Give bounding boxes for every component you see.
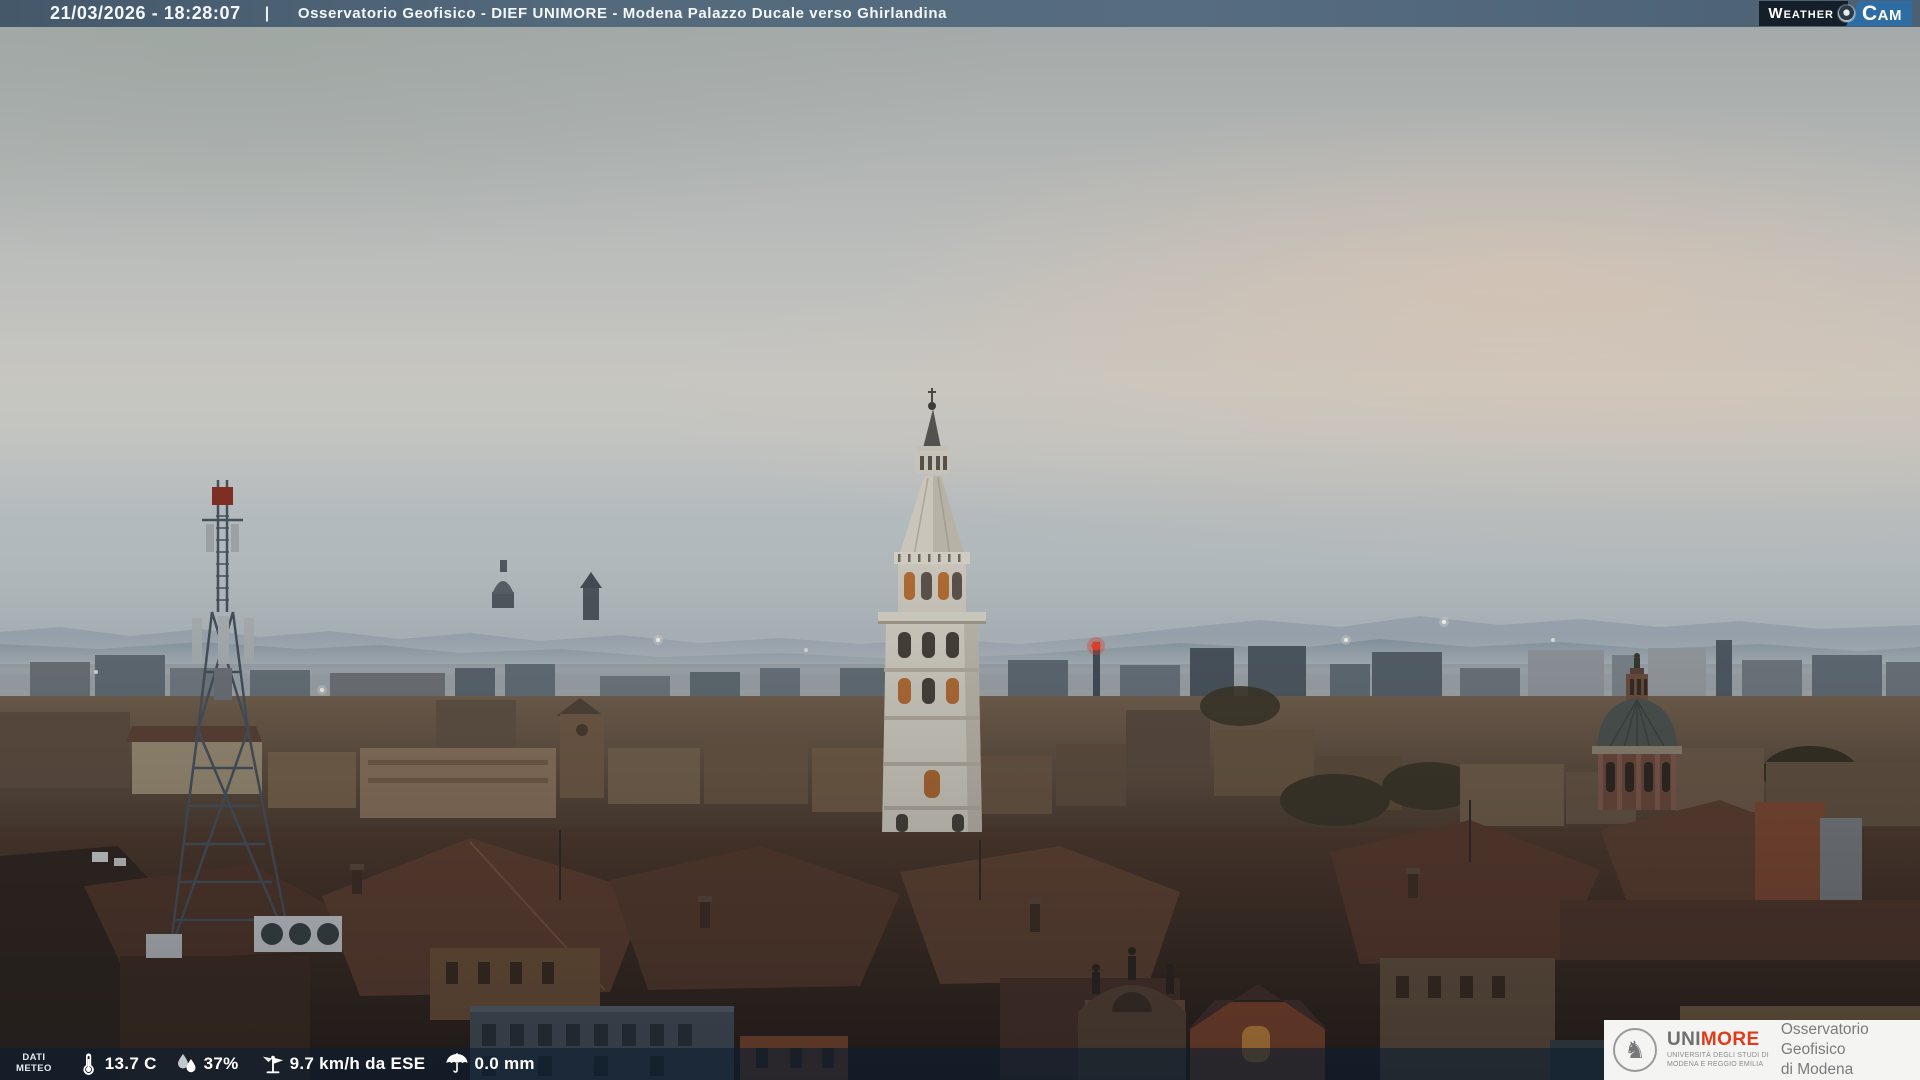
observatory-name: Osservatorio Geofisico di Modena [1780, 1020, 1869, 1079]
university-name: UNIVERSITÀ DEGLI STUDI DI MODENA E REGGI… [1667, 1052, 1769, 1068]
humidity-value: 37% [203, 1054, 239, 1073]
camera-lens-icon [1838, 5, 1855, 22]
weathercam-weather-label: Weather [1759, 1, 1848, 26]
timestamp: 21/03/2026 - 18:28:07 [50, 3, 241, 23]
weathercam-cam-label: Cam [1846, 1, 1912, 26]
wind-group: 9.7 km/h da ESE [261, 1052, 426, 1076]
umbrella-icon [445, 1052, 469, 1076]
weathercam-logo: Weather Cam [1759, 1, 1912, 26]
skyline-cupola [492, 560, 514, 608]
camera-title: Osservatorio Geofisico - DIEF UNIMORE - … [297, 5, 948, 22]
precipitation-value: 0.0 mm [474, 1054, 535, 1073]
unimore-wordmark: UNIMORE [1667, 1030, 1769, 1049]
seal-knight-glyph: ♞ [1624, 1036, 1646, 1064]
unimore-uni: UNI [1667, 1029, 1701, 1051]
unimore-seal: ♞ [1613, 1028, 1657, 1072]
temperature-group: 13.7 C [76, 1052, 157, 1076]
skyline-belltower [580, 572, 602, 620]
ghirlandina-tower [878, 388, 986, 832]
wind-vane-icon [261, 1052, 285, 1076]
separator: | [264, 4, 270, 22]
rain-group: 0.0 mm [445, 1052, 535, 1076]
city-scene [0, 388, 1920, 1080]
humidity-icon [175, 1052, 199, 1076]
webcam-frame: 21/03/2026 - 18:28:07 | Osservatorio Geo… [0, 0, 1920, 1080]
unimore-logo-block: UNIMORE UNIVERSITÀ DEGLI STUDI DI MODENA… [1667, 1030, 1769, 1070]
meteo-data-label: DATI METEO [16, 1052, 52, 1074]
unimore-branding: ♞ UNIMORE UNIVERSITÀ DEGLI STUDI DI MODE… [1604, 1020, 1920, 1080]
thermometer-icon [76, 1052, 100, 1076]
temperature-value: 13.7 C [104, 1054, 157, 1073]
unimore-more: MORE [1700, 1029, 1760, 1051]
wind-value: 9.7 km/h da ESE [289, 1054, 426, 1073]
header-bar: 21/03/2026 - 18:28:07 | Osservatorio Geo… [0, 0, 1920, 27]
humidity-group: 37% [175, 1052, 239, 1076]
